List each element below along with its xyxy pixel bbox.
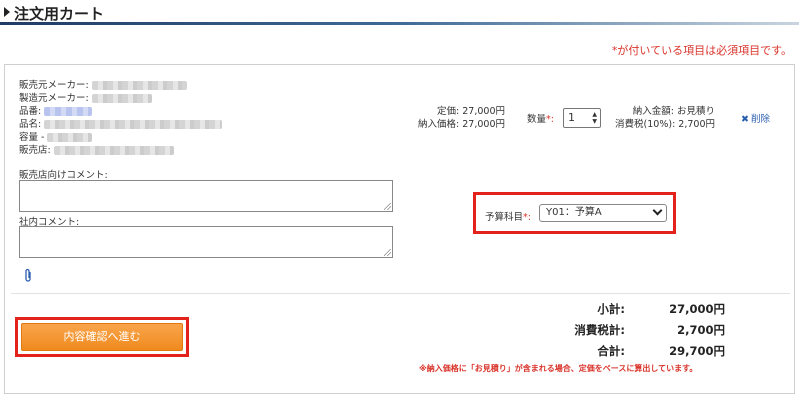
- budget-select[interactable]: Y01：予算A: [539, 204, 667, 222]
- budget-highlight: 予算科目*: Y01：予算A: [473, 192, 676, 234]
- spinner-arrows-icon[interactable]: ▲ ▼: [592, 111, 597, 125]
- store-comment-label: 販売店向けコメント:: [19, 170, 108, 181]
- redacted-value: [53, 146, 174, 155]
- seller-maker-label: 販売元メーカー:: [19, 80, 89, 91]
- amount-info: 納入金額: お見積り 消費税(10%): 2,700円: [605, 105, 715, 131]
- delete-label: 削除: [750, 114, 770, 125]
- budget-selected-value: Y01：予算A: [546, 207, 602, 218]
- subtotal-value: 27,000円: [669, 302, 725, 316]
- product-info: 販売元メーカー: 製造元メーカー: 品番: 品名: 容量 - 販売店:: [19, 79, 223, 157]
- proceed-highlight: 内容確認へ進む: [15, 317, 189, 357]
- redacted-value: [47, 133, 93, 142]
- proceed-button[interactable]: 内容確認へ進む: [21, 323, 183, 351]
- store-comment-textarea[interactable]: [19, 180, 393, 212]
- grand-total-label: 合計:: [597, 344, 625, 358]
- redacted-value: [44, 107, 93, 116]
- delivery-amount: 納入金額: お見積り: [632, 106, 715, 117]
- part-no-label: 品番:: [19, 106, 42, 117]
- close-icon: ✖: [741, 114, 749, 125]
- subtotal-label: 小計:: [597, 302, 625, 316]
- required-note-text: が付いている項目は必須項目です。: [617, 44, 792, 57]
- page-header: 注文用カート: [0, 0, 799, 26]
- quantity-stepper[interactable]: 1 ▲ ▼: [563, 108, 601, 128]
- grand-total-value: 29,700円: [669, 344, 725, 358]
- redacted-value: [91, 94, 152, 103]
- triangle-bullet-icon: [4, 7, 10, 17]
- list-price: 定価: 27,000円: [437, 106, 505, 117]
- resize-grip-icon[interactable]: [384, 203, 391, 210]
- tax-total-label: 消費税計:: [574, 323, 625, 337]
- chevron-down-icon: [652, 205, 663, 216]
- quantity-label: 数量*:: [527, 111, 554, 125]
- cart-item-panel: 販売元メーカー: 製造元メーカー: 品番: 品名: 容量 - 販売店: 定価: …: [4, 64, 795, 394]
- quantity-label-text: 数量: [527, 114, 547, 125]
- delivery-price: 納入価格: 27,000円: [418, 119, 505, 130]
- price-info: 定価: 27,000円 納入価格: 27,000円: [405, 105, 505, 131]
- divider: [11, 293, 790, 294]
- header-rule: [0, 22, 799, 25]
- internal-comment-textarea[interactable]: [19, 226, 393, 258]
- quantity-required-asterisk: *:: [546, 114, 554, 125]
- budget-label: 予算科目*:: [485, 209, 531, 223]
- required-note: *が付いている項目は必須項目です。: [612, 42, 792, 58]
- maker-label: 製造元メーカー:: [19, 93, 89, 104]
- redacted-value: [44, 120, 223, 129]
- tax-total-value: 2,700円: [677, 323, 725, 337]
- quantity-value: 1: [568, 111, 575, 124]
- page-title: 注文用カート: [14, 5, 105, 23]
- delete-link[interactable]: ✖ 削除: [741, 111, 770, 125]
- store-label: 販売店:: [19, 145, 51, 156]
- paperclip-icon[interactable]: [23, 268, 33, 284]
- resize-grip-icon[interactable]: [384, 249, 391, 256]
- totals: 小計: 27,000円 消費税計: 2,700円 合計: 29,700円: [545, 301, 725, 364]
- budget-label-text: 予算科目: [485, 212, 524, 223]
- capacity-label: 容量 -: [19, 132, 45, 143]
- budget-required-asterisk: *:: [523, 212, 531, 223]
- redacted-value: [91, 81, 187, 90]
- tax-amount: 消費税(10%): 2,700円: [615, 119, 715, 130]
- product-name-label: 品名:: [19, 119, 42, 130]
- price-footnote: ※納入価格に「お見積り」が含まれる場合、定価をベースに算出しています。: [419, 364, 698, 373]
